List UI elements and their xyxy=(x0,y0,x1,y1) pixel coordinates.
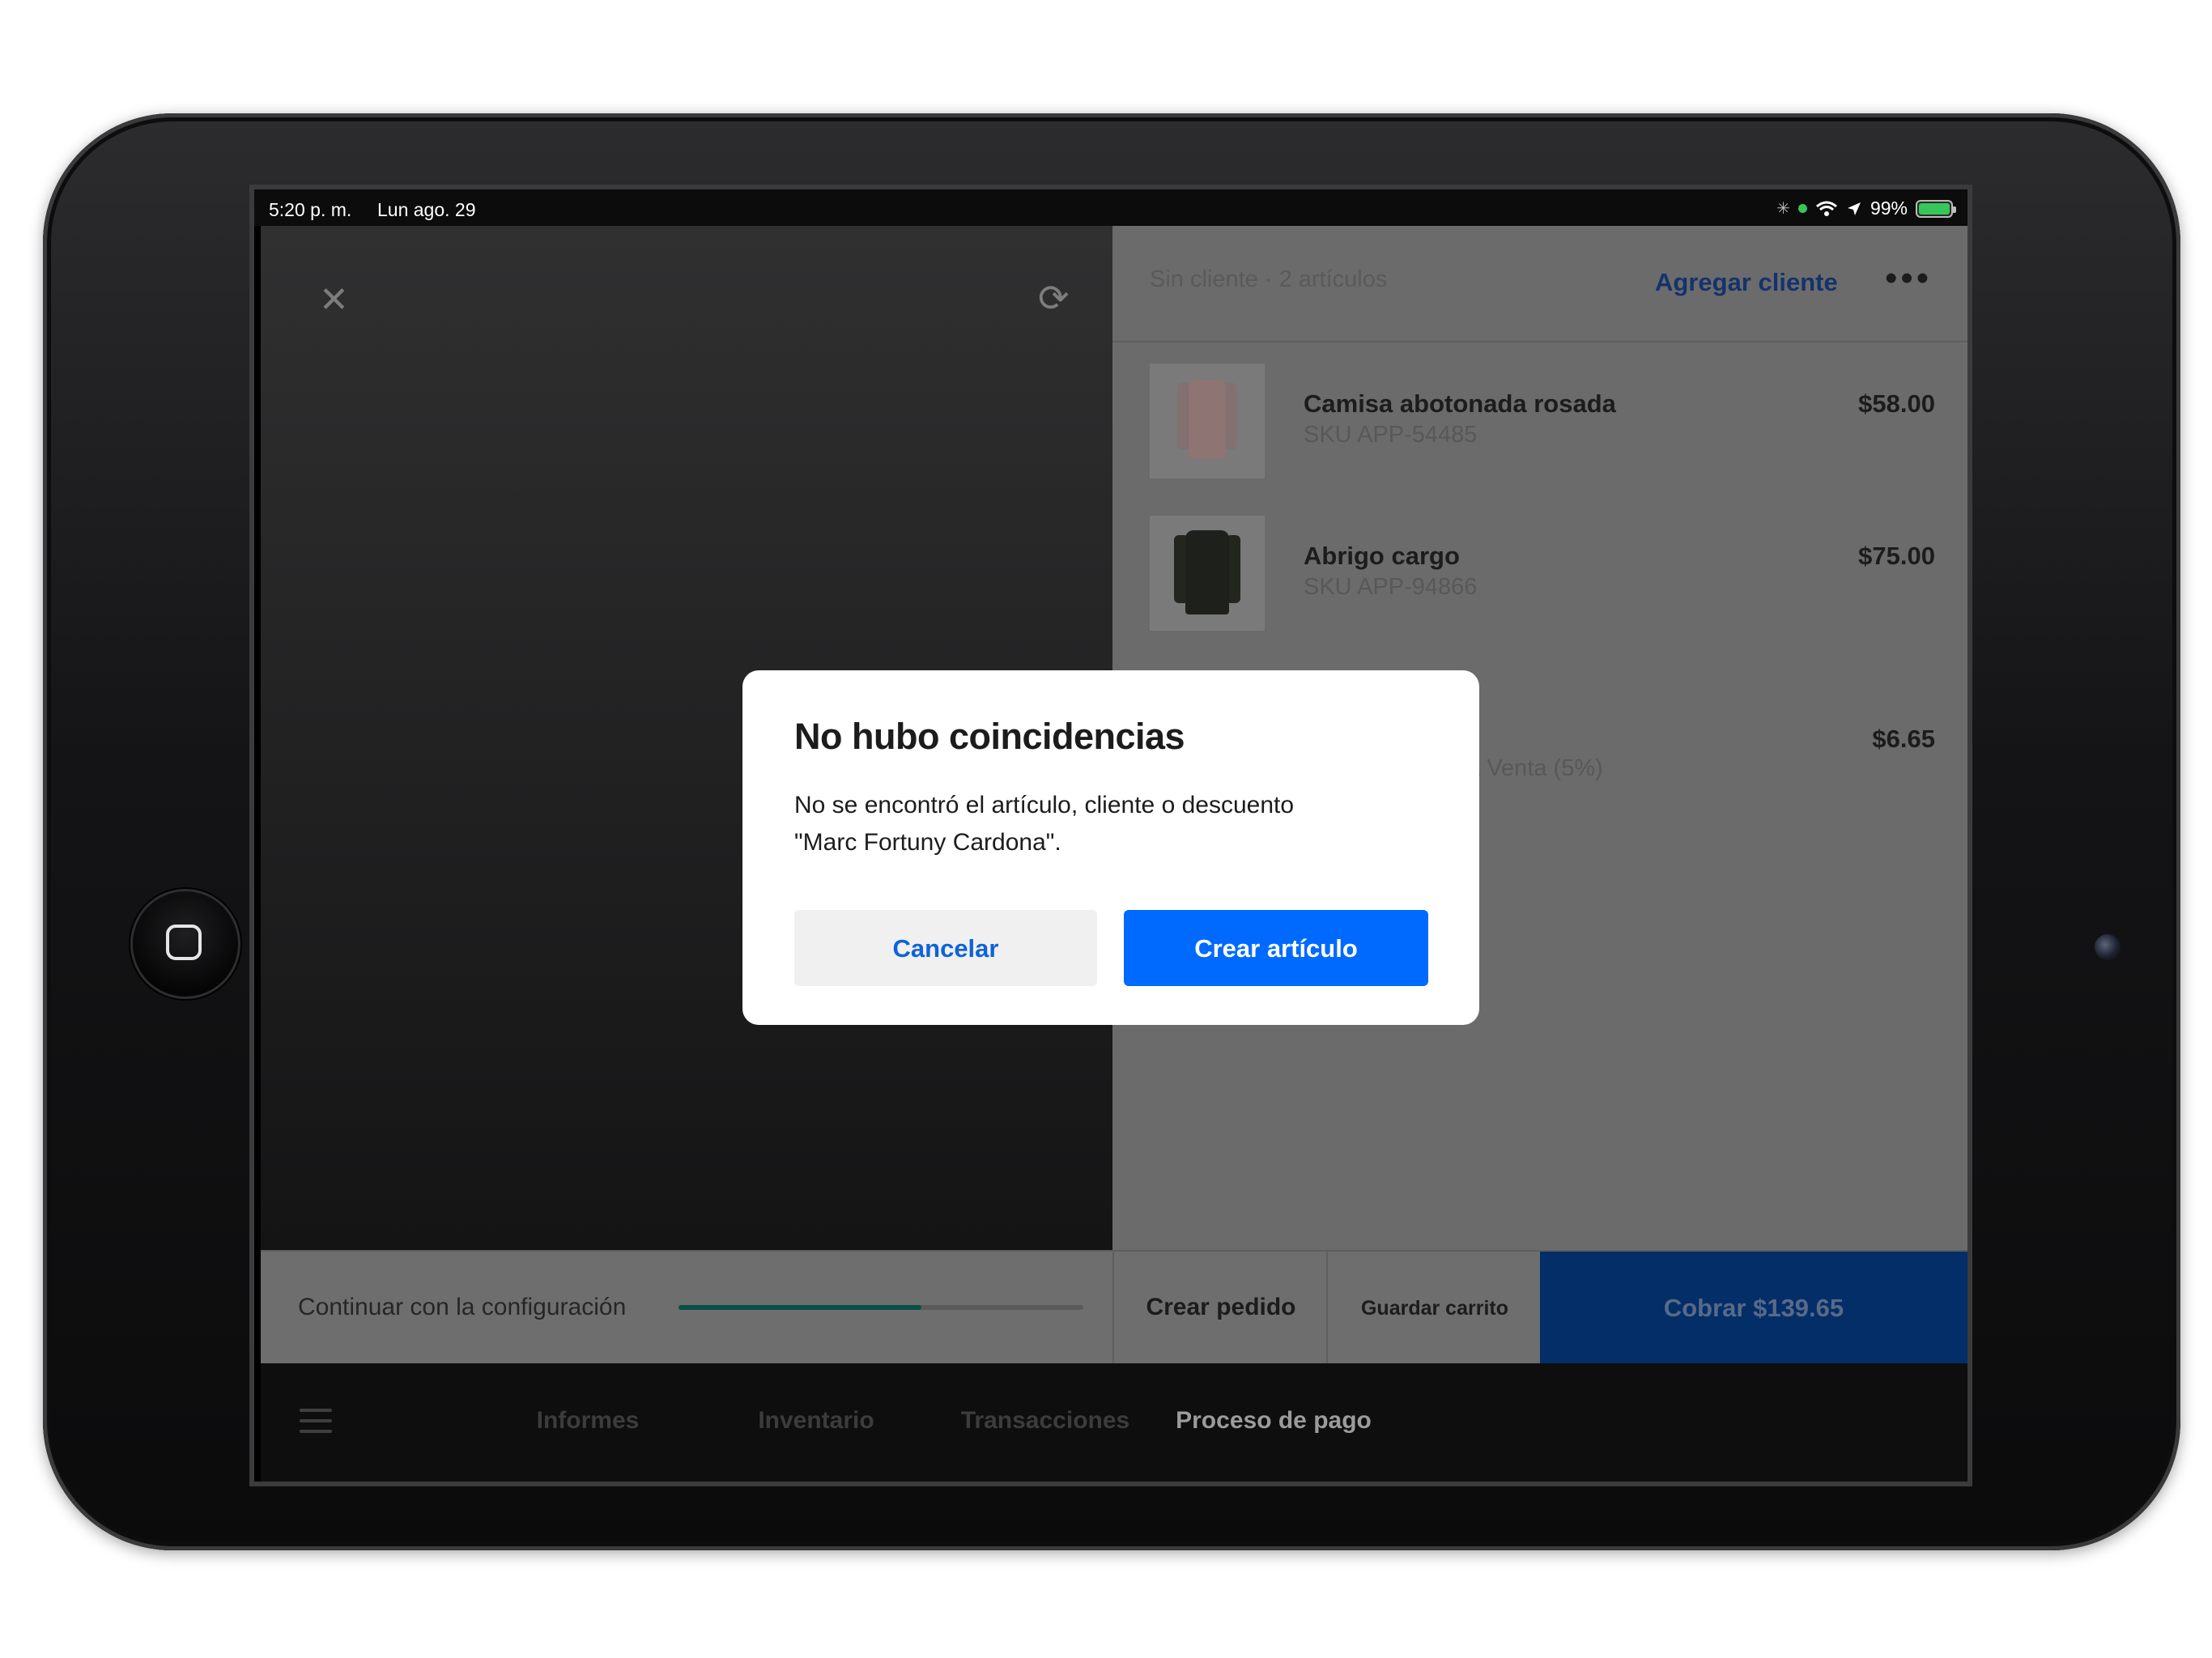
no-matches-dialog: No hubo coincidencias No se encontró el … xyxy=(742,670,1479,1025)
save-cart-label: Guardar carrito xyxy=(1360,1297,1508,1320)
home-button[interactable] xyxy=(130,889,240,999)
refresh-icon[interactable]: ⟳ xyxy=(1038,279,1070,317)
create-item-button[interactable]: Crear artículo xyxy=(1124,910,1428,986)
tax-price: $6.65 xyxy=(1872,725,1935,753)
home-button-icon xyxy=(166,925,202,960)
tab-bar: Informes Inventario Transacciones Proces… xyxy=(261,1363,1967,1482)
battery-percentage: 99% xyxy=(1870,198,1908,219)
close-icon[interactable]: ✕ xyxy=(319,283,349,318)
tab-checkout[interactable]: Proceso de pago xyxy=(1152,1407,1395,1435)
dialog-message: No se encontró el artículo, cliente o de… xyxy=(794,787,1426,861)
dialog-title: No hubo coincidencias xyxy=(794,716,1185,757)
cancel-label: Cancelar xyxy=(892,934,999,963)
dialog-message-line: "Marc Fortuny Cardona". xyxy=(794,829,1061,856)
location-arrow-icon xyxy=(1847,202,1861,215)
cart-header: Sin cliente · 2 artículos Agregar client… xyxy=(1112,226,1967,342)
tab-inventory[interactable]: Inventario xyxy=(695,1407,938,1435)
status-bar: 5:20 p. m. Lun ago. 29 ✳ 99% xyxy=(254,189,1967,226)
create-item-label: Crear artículo xyxy=(1194,934,1358,963)
add-customer-button[interactable]: Agregar cliente xyxy=(1655,268,1838,297)
item-price: $75.00 xyxy=(1858,542,1935,570)
cart-item[interactable]: Abrigo cargo SKU APP-94866 $75.00 xyxy=(1150,516,1935,631)
item-name: Camisa abotonada rosada xyxy=(1304,389,1616,418)
setup-label[interactable]: Continuar con la configuración xyxy=(298,1294,626,1321)
coat-image xyxy=(1185,530,1229,614)
front-camera xyxy=(2095,934,2121,960)
action-bar: Continuar con la configuración Crear ped… xyxy=(261,1250,1967,1365)
create-order-button[interactable]: Crear pedido xyxy=(1112,1252,1328,1365)
tab-reports[interactable]: Informes xyxy=(466,1407,709,1435)
item-thumbnail xyxy=(1150,363,1265,478)
charge-label: Cobrar $139.65 xyxy=(1663,1294,1844,1322)
battery-level-fill xyxy=(1919,202,1950,215)
dialog-message-line: No se encontró el artículo, cliente o de… xyxy=(794,792,1295,818)
save-cart-button[interactable]: Guardar carrito xyxy=(1326,1252,1542,1365)
item-thumbnail xyxy=(1150,516,1265,631)
cart-item[interactable]: Camisa abotonada rosada SKU APP-54485 $5… xyxy=(1150,363,1935,478)
item-price: $58.00 xyxy=(1858,389,1935,418)
status-indicators: ✳ 99% xyxy=(1776,198,1956,219)
more-options-icon[interactable]: ••• xyxy=(1885,258,1932,299)
item-sku: SKU APP-94866 xyxy=(1304,574,1478,600)
create-order-label: Crear pedido xyxy=(1146,1294,1296,1320)
item-sku: SKU APP-54485 xyxy=(1304,422,1478,448)
status-time: 5:20 p. m. xyxy=(269,199,352,220)
tab-transactions[interactable]: Transacciones xyxy=(924,1407,1167,1435)
cart-summary: Sin cliente · 2 artículos xyxy=(1150,266,1388,292)
activity-icon: ✳ xyxy=(1776,200,1790,218)
battery-icon xyxy=(1916,199,1956,218)
wifi-icon xyxy=(1815,201,1837,216)
status-date: Lun ago. 29 xyxy=(377,199,476,220)
camera-in-use-icon xyxy=(1797,204,1807,213)
hamburger-menu-icon[interactable] xyxy=(300,1409,332,1433)
item-name: Abrigo cargo xyxy=(1304,542,1460,570)
charge-button[interactable]: Cobrar $139.65 xyxy=(1540,1252,1967,1365)
setup-progress-fill xyxy=(678,1305,921,1310)
setup-progress-bar xyxy=(678,1305,1083,1310)
shirt-image xyxy=(1189,380,1226,459)
cancel-button[interactable]: Cancelar xyxy=(794,910,1097,986)
